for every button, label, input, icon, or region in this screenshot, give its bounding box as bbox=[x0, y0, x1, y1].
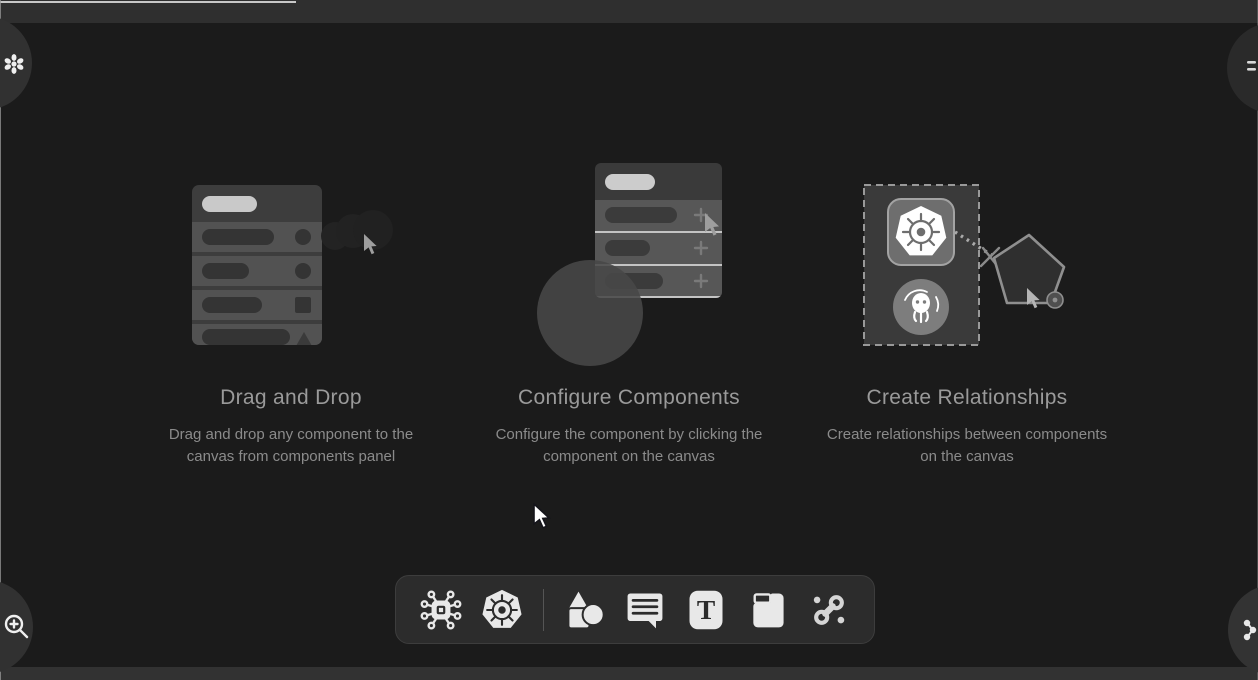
bottom-right-actions-button[interactable] bbox=[1228, 585, 1258, 675]
kubernetes-icon bbox=[479, 587, 525, 633]
configure-components-illustration bbox=[460, 150, 798, 370]
link-icon bbox=[807, 588, 851, 632]
top-right-panel-button[interactable] bbox=[1227, 23, 1258, 113]
top-left-menu-button[interactable] bbox=[0, 16, 32, 110]
create-relationships-illustration bbox=[798, 150, 1136, 370]
card-title: Create Relationships bbox=[867, 386, 1068, 410]
tools-dock: T bbox=[395, 575, 875, 644]
octopus-node bbox=[893, 279, 949, 335]
flower-menu-icon bbox=[2, 52, 26, 76]
link-tool-button[interactable] bbox=[806, 587, 852, 633]
card-title: Drag and Drop bbox=[220, 386, 362, 410]
card-description: Drag and drop any component to the canva… bbox=[146, 424, 436, 468]
mouse-cursor bbox=[533, 503, 553, 531]
top-bar bbox=[0, 0, 1258, 23]
note-icon bbox=[746, 588, 790, 632]
text-icon: T bbox=[684, 588, 728, 632]
kubernetes-tool-button[interactable] bbox=[479, 587, 525, 633]
bottom-bar bbox=[0, 667, 1258, 680]
comment-icon bbox=[623, 588, 667, 632]
svg-text:T: T bbox=[697, 594, 715, 625]
card-description: Configure the component by clicking the … bbox=[484, 424, 774, 468]
card-title: Configure Components bbox=[518, 386, 740, 410]
panel-toggle-icon bbox=[1245, 55, 1258, 79]
dock-divider bbox=[543, 589, 544, 631]
components-chip-icon bbox=[419, 588, 463, 632]
onboarding-cards: Drag and Drop Drag and drop any componen… bbox=[0, 150, 1258, 468]
loading-progress-line bbox=[0, 1, 296, 3]
components-panel-graphic bbox=[122, 150, 460, 370]
design-canvas-screen: Drag and Drop Drag and drop any componen… bbox=[0, 0, 1258, 680]
shapes-tool-button[interactable] bbox=[561, 587, 607, 633]
configure-panel-graphic bbox=[460, 150, 798, 370]
kubernetes-node bbox=[888, 199, 954, 265]
drag-and-drop-illustration bbox=[122, 150, 460, 370]
text-tool-button[interactable]: T bbox=[683, 587, 729, 633]
zoom-in-icon bbox=[1, 612, 33, 644]
relationship-graphic bbox=[798, 150, 1136, 370]
card-create-relationships: Create Relationships Create relationship… bbox=[798, 150, 1136, 468]
card-drag-and-drop: Drag and Drop Drag and drop any componen… bbox=[122, 150, 460, 468]
card-description: Create relationships between components … bbox=[822, 424, 1112, 468]
comment-tool-button[interactable] bbox=[622, 587, 668, 633]
card-configure-components: Configure Components Configure the compo… bbox=[460, 150, 798, 468]
actions-icon bbox=[1242, 617, 1258, 643]
note-tool-button[interactable] bbox=[745, 587, 791, 633]
bottom-left-zoom-button[interactable] bbox=[0, 580, 33, 674]
components-chip-button[interactable] bbox=[418, 587, 464, 633]
shapes-icon bbox=[562, 588, 606, 632]
